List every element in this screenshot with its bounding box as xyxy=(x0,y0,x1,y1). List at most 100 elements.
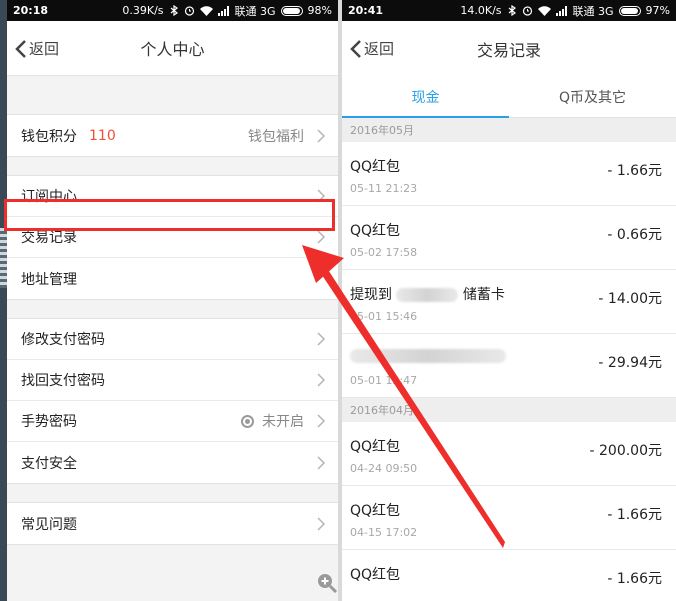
tab-qcoin-other[interactable]: Q币及其它 xyxy=(509,76,676,117)
chevron-right-icon xyxy=(317,516,326,531)
transaction-amount: - 1.66元 xyxy=(607,571,662,587)
chevron-left-icon xyxy=(350,39,361,58)
wifi-icon xyxy=(537,5,551,16)
transaction-name: QQ红包 xyxy=(350,567,401,583)
menu-item-address[interactable]: 地址管理 xyxy=(7,258,338,299)
carrier-label: 联通 3G xyxy=(234,4,276,18)
menu-item-recover-password[interactable]: 找回支付密码 xyxy=(7,360,338,401)
menu-item-label: 常见问题 xyxy=(21,516,77,533)
network-speed: 0.39K/s xyxy=(122,4,164,17)
redacted-card-number xyxy=(396,288,459,302)
bluetooth-icon xyxy=(507,5,517,16)
transaction-row[interactable]: 提现到 储蓄卡 05-01 15:46 - 14.00元 xyxy=(342,270,676,334)
chevron-right-icon xyxy=(317,128,326,143)
menu-item-label: 修改支付密码 xyxy=(21,332,105,348)
wallet-points-value: 110 xyxy=(89,127,116,144)
transaction-row[interactable]: QQ红包 05-11 21:23 - 1.66元 xyxy=(342,142,676,206)
transaction-date: 05-11 21:23 xyxy=(350,182,418,195)
transaction-name: QQ红包 xyxy=(350,439,401,455)
menu-item-label: 手势密码 xyxy=(21,414,77,430)
transaction-amount: - 29.94元 xyxy=(598,355,662,371)
transaction-amount: - 1.66元 xyxy=(607,163,662,179)
transaction-name: QQ红包 xyxy=(350,503,401,519)
signal-icon xyxy=(217,5,230,16)
gesture-status: 未开启 xyxy=(241,411,304,431)
services-group: 订阅中心 交易记录 地址管理 xyxy=(7,175,338,300)
chevron-left-icon xyxy=(15,39,26,58)
chevron-right-icon xyxy=(317,373,326,387)
wallet-points-row[interactable]: 钱包积分 110 钱包福利 xyxy=(7,115,338,156)
transaction-date: 04-24 09:50 xyxy=(350,462,418,475)
transaction-records-screen: 20:41 14.0K/s 联通 3G 97% 返回 交易记录 现金 Q币及其它… xyxy=(342,0,676,601)
status-time: 20:18 xyxy=(13,4,49,17)
chevron-right-icon xyxy=(317,332,326,346)
transaction-date: 05-01 15:46 xyxy=(350,310,418,323)
transaction-row[interactable]: QQ红包 04-15 17:02 - 1.66元 xyxy=(342,486,676,550)
transaction-row[interactable]: 05-01 12:47 - 29.94元 xyxy=(342,334,676,398)
security-group: 修改支付密码 找回支付密码 手势密码 未开启 支付安全 xyxy=(7,318,338,484)
month-header: 2016年05月 xyxy=(342,118,676,142)
battery-icon xyxy=(618,5,641,16)
personal-center-screen: 20:18 0.39K/s 联通 3G 98% 返回 个人中心 钱包积分 110… xyxy=(7,0,338,601)
menu-item-change-password[interactable]: 修改支付密码 xyxy=(7,319,338,360)
transaction-amount: - 200.00元 xyxy=(589,443,663,459)
menu-item-gesture-password[interactable]: 手势密码 未开启 xyxy=(7,401,338,442)
menu-item-label: 支付安全 xyxy=(21,455,77,472)
back-button[interactable]: 返回 xyxy=(350,21,394,76)
transaction-name: QQ红包 xyxy=(350,159,401,175)
wifi-icon xyxy=(199,5,213,16)
transaction-date: 05-02 17:58 xyxy=(350,246,418,259)
month-header: 2016年04月 xyxy=(342,398,676,422)
redacted-name xyxy=(350,349,506,363)
tab-cash[interactable]: 现金 xyxy=(342,76,509,118)
chevron-right-icon xyxy=(317,455,326,470)
tab-bar: 现金 Q币及其它 xyxy=(342,76,676,118)
battery-percent: 97% xyxy=(645,4,670,17)
battery-percent: 98% xyxy=(307,4,332,17)
lock-icon xyxy=(241,414,254,428)
transaction-amount: - 1.66元 xyxy=(607,507,662,523)
wallet-benefit-label: 钱包福利 xyxy=(248,128,304,145)
transaction-row[interactable]: QQ红包 04-24 09:50 - 200.00元 xyxy=(342,422,676,486)
transaction-amount: - 14.00元 xyxy=(598,291,662,307)
signal-icon xyxy=(555,5,568,16)
menu-item-label: 找回支付密码 xyxy=(21,373,105,389)
alarm-icon xyxy=(522,5,533,16)
page-title: 交易记录 xyxy=(476,40,541,60)
menu-item-label: 地址管理 xyxy=(21,271,77,288)
transaction-name: 提现到 储蓄卡 xyxy=(350,284,505,304)
transaction-name xyxy=(350,348,506,364)
highlight-box xyxy=(4,199,335,231)
chevron-right-icon xyxy=(317,230,326,244)
status-bar: 20:18 0.39K/s 联通 3G 98% xyxy=(7,0,338,21)
wallet-group: 钱包积分 110 钱包福利 xyxy=(7,114,338,157)
transaction-row[interactable]: QQ红包 - 1.66元 xyxy=(342,550,676,601)
battery-icon xyxy=(280,5,303,16)
transaction-name-prefix: 提现到 xyxy=(350,287,392,303)
back-label: 返回 xyxy=(29,40,60,58)
menu-item-payment-security[interactable]: 支付安全 xyxy=(7,442,338,483)
transaction-date: 04-15 17:02 xyxy=(350,526,418,539)
nav-bar: 返回 交易记录 xyxy=(342,21,676,76)
carrier-label: 联通 3G xyxy=(572,4,614,18)
status-bar: 20:41 14.0K/s 联通 3G 97% xyxy=(342,0,676,21)
nav-bar: 返回 个人中心 xyxy=(7,21,338,76)
zoom-in-icon[interactable] xyxy=(317,573,337,593)
transaction-date: 05-01 12:47 xyxy=(350,374,418,387)
transaction-name-suffix: 储蓄卡 xyxy=(462,287,505,303)
chevron-right-icon xyxy=(317,414,326,428)
background-edge xyxy=(0,0,7,601)
back-button[interactable]: 返回 xyxy=(15,21,59,76)
transaction-row[interactable]: QQ红包 05-02 17:58 - 0.66元 xyxy=(342,206,676,270)
transaction-name: QQ红包 xyxy=(350,223,401,239)
menu-item-faq[interactable]: 常见问题 xyxy=(7,503,338,544)
bluetooth-icon xyxy=(169,5,179,16)
back-label: 返回 xyxy=(364,40,395,58)
status-time: 20:41 xyxy=(348,4,384,17)
wallet-points-label: 钱包积分 xyxy=(21,128,77,145)
help-group: 常见问题 xyxy=(7,502,338,545)
gesture-status-label: 未开启 xyxy=(262,414,304,430)
alarm-icon xyxy=(184,5,195,16)
transaction-amount: - 0.66元 xyxy=(607,227,662,243)
network-speed: 14.0K/s xyxy=(460,4,502,17)
